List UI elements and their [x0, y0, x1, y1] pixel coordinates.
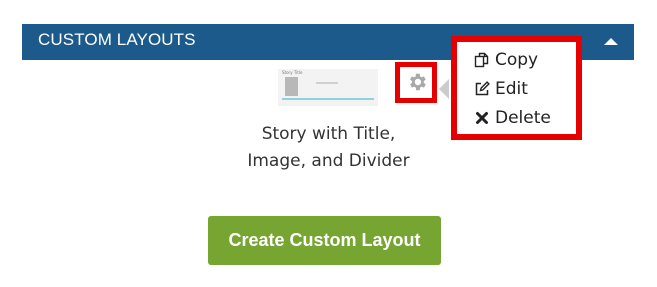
layout-name-line2: Image, and Divider	[247, 151, 410, 171]
edit-icon	[473, 80, 491, 98]
menu-item-delete[interactable]: Delete	[473, 106, 551, 130]
copy-icon	[473, 51, 491, 69]
thumbnail-divider	[282, 98, 374, 100]
gear-icon[interactable]	[406, 71, 428, 93]
layout-thumbnail[interactable]: Story Title	[278, 69, 378, 106]
layout-name-line1: Story with Title,	[261, 124, 396, 144]
menu-item-label: Delete	[495, 108, 551, 128]
thumbnail-image-placeholder	[285, 77, 298, 96]
thumbnail-text-line	[316, 82, 338, 84]
create-custom-layout-button[interactable]: Create Custom Layout	[208, 216, 441, 265]
caret-up-icon[interactable]	[604, 38, 618, 45]
thumbnail-title: Story Title	[282, 70, 303, 75]
settings-button[interactable]	[395, 62, 437, 103]
menu-pointer	[439, 79, 449, 99]
menu-item-label: Copy	[495, 50, 539, 70]
panel-title: CUSTOM LAYOUTS	[38, 30, 196, 49]
context-menu: Copy Edit Delete	[451, 36, 582, 140]
menu-item-edit[interactable]: Edit	[473, 77, 528, 101]
delete-icon	[473, 109, 491, 127]
layout-name: Story with Title, Image, and Divider	[200, 121, 457, 175]
menu-item-copy[interactable]: Copy	[473, 48, 538, 72]
menu-item-label: Edit	[495, 79, 528, 99]
